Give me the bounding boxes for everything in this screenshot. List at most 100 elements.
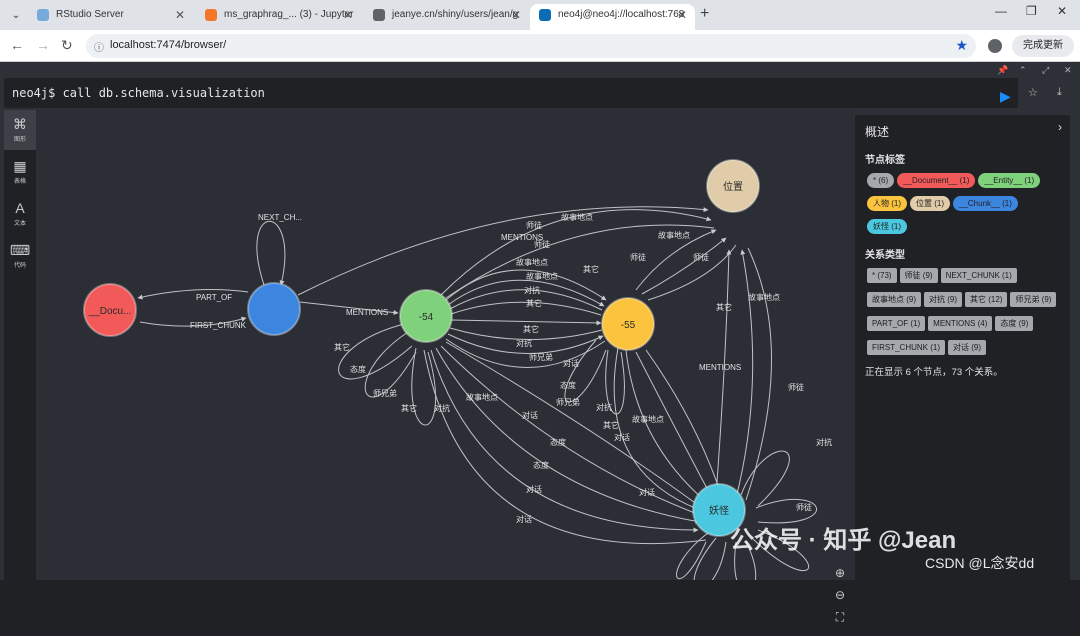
watermark-wechat: 公众号 · 知乎 @Jean (730, 527, 957, 554)
edge-label: 对抗 (596, 402, 612, 412)
view-graph-button[interactable]: ⌘ 图形 (4, 110, 36, 150)
url-bar[interactable]: ⓘ localhost:7474/browser/ ★ (86, 34, 976, 58)
collapse-icon[interactable]: ⌃ (1019, 65, 1027, 76)
graph-icon: ⌘ (13, 116, 27, 132)
node-label-pill[interactable]: * (6) (867, 173, 895, 188)
result-view-sidebar: ⌘ 图形 ▦ 表格 A 文本 ⌨ 代码 (4, 110, 36, 580)
edge-label: 故事地点 (516, 257, 548, 267)
node-label-pill[interactable]: __Chunk__ (1) (953, 196, 1018, 211)
edge-label: 故事地点 (561, 212, 593, 222)
edge-label: 故事地点 (526, 271, 558, 281)
edge-label: 其它 (583, 264, 599, 274)
watermark-csdn: CSDN @L念安dd (925, 555, 1035, 571)
edge-label: 师徒 (788, 382, 804, 392)
site-info-icon[interactable]: ⓘ (94, 39, 104, 54)
close-icon[interactable]: ✕ (343, 4, 353, 26)
rel-type-pill[interactable]: 对抗 (9) (924, 292, 962, 307)
tab-jeanye[interactable]: jeanye.cn/shiny/users/jean/g ✕ (364, 4, 529, 30)
update-button[interactable]: 完成更新 (1012, 35, 1074, 57)
node-label-pill[interactable]: 妖怪 (1) (867, 219, 907, 234)
graph-node-doc[interactable]: __Docu... (83, 283, 137, 337)
bookmark-star-icon[interactable]: ★ (955, 37, 968, 54)
edge-label: 态度 (560, 380, 576, 390)
edge-label: 故事地点 (466, 392, 498, 402)
tab-title: neo4j@neo4j://localhost:768 (558, 9, 685, 20)
close-icon[interactable]: ✕ (511, 4, 521, 26)
tab-jupyter[interactable]: ms_graphrag_... (3) - Jupyter ✕ (196, 4, 361, 30)
node-label-pill[interactable]: __Document__ (1) (897, 173, 976, 188)
node-label-pill[interactable]: 位置 (1) (910, 196, 950, 211)
code-icon: ⌨ (9, 242, 31, 258)
rel-type-pill[interactable]: FIRST_CHUNK (1) (867, 340, 946, 355)
minimize-icon[interactable]: — (995, 4, 1007, 18)
graph-node-chunk[interactable] (247, 282, 301, 336)
view-code-button[interactable]: ⌨ 代码 (4, 236, 36, 276)
profile-avatar-icon[interactable] (988, 39, 1002, 53)
back-icon[interactable]: ← (10, 37, 24, 53)
overview-panel: 概述 › 节点标签 * (6) __Document__ (1) __Entity_… (855, 115, 1070, 580)
rel-type-pill[interactable]: 师兄弟 (9) (1010, 292, 1057, 307)
download-icon[interactable]: ⤓ (1057, 86, 1062, 99)
rel-type-pill[interactable]: 其它 (12) (965, 292, 1008, 307)
tab-rstudio[interactable]: RStudio Server ✕ (28, 4, 193, 30)
rel-type-pill[interactable]: MENTIONS (4) (928, 316, 993, 331)
graph-node-n55[interactable]: -55 (601, 297, 655, 351)
rstudio-favicon-icon (37, 9, 49, 21)
result-summary: 正在显示 6 个节点，73 个关系。 (865, 367, 1003, 378)
graph-node-label: -54 (419, 312, 434, 323)
query-editor[interactable]: neo4j$ call db.schema.visualization (4, 78, 1018, 108)
favorite-star-icon[interactable]: ☆ (1028, 86, 1038, 99)
edge-label: 师兄弟 (373, 388, 397, 398)
graph-node-loc[interactable]: 位置 (706, 159, 760, 213)
collapse-panel-icon[interactable]: › (1058, 120, 1062, 134)
node-label-pill[interactable]: __Entity__ (1) (978, 173, 1041, 188)
tab-title: RStudio Server (56, 9, 124, 20)
tab-search-icon[interactable]: ⌄ (6, 5, 26, 25)
edge-label: 对话 (526, 484, 542, 494)
view-table-button[interactable]: ▦ 表格 (4, 152, 36, 192)
rel-type-pill[interactable]: 师徒 (9) (899, 268, 938, 283)
rel-type-pill[interactable]: 故事地点 (9) (867, 292, 921, 307)
edge-label: 对抗 (524, 285, 540, 295)
rel-type-pill[interactable]: PART_OF (1) (867, 316, 926, 331)
frame-close-icon[interactable]: ✕ (1064, 65, 1072, 76)
rel-type-pill[interactable]: 对话 (9) (948, 340, 987, 355)
edge-label: 师徒 (630, 252, 646, 262)
rel-type-pill[interactable]: NEXT_CHUNK (1) (940, 268, 1017, 283)
edge-label: 师徒 (796, 502, 812, 512)
new-tab-icon[interactable]: + (700, 5, 709, 23)
zoom-out-icon[interactable]: ⊖ (830, 584, 850, 606)
close-icon[interactable]: ✕ (175, 4, 185, 26)
graph-canvas[interactable]: PART_OF FIRST_CHUNK NEXT_CH... MENTIONS MENT… (36, 110, 854, 580)
rel-types-heading: 关系类型 (865, 250, 905, 261)
reload-icon[interactable]: ↻ (61, 37, 73, 54)
edge-label: 对话 (516, 514, 532, 524)
edge-label: 对抗 (816, 437, 832, 447)
fit-screen-icon[interactable]: ⛶ (830, 606, 850, 628)
edge-label: 师徒 (526, 220, 542, 230)
graph-svg[interactable]: PART_OF FIRST_CHUNK NEXT_CH... MENTIONS MENT… (36, 110, 854, 580)
view-label: 图形 (13, 137, 26, 143)
forward-icon[interactable]: → (36, 37, 50, 53)
graph-node-n54[interactable]: -54 (399, 289, 453, 343)
node-label-pill[interactable]: 人物 (1) (867, 196, 907, 211)
query-text: neo4j$ call db.schema.visualization (12, 86, 265, 100)
edge-label: FIRST_CHUNK (190, 321, 247, 330)
window-close-icon[interactable]: ✕ (1057, 4, 1067, 18)
pin-icon[interactable]: 📌 (997, 65, 1008, 76)
edge-label: 对话 (639, 487, 655, 497)
text-icon: A (15, 200, 25, 216)
close-icon[interactable]: ✕ (677, 4, 687, 26)
graph-node-label: __Docu... (88, 306, 132, 317)
edge-label: 师徒 (534, 239, 550, 249)
zoom-in-icon[interactable]: ⊕ (830, 562, 850, 584)
fullscreen-icon[interactable]: ⤢ (1042, 65, 1049, 76)
edge-label: 态度 (533, 460, 549, 470)
rel-type-pill[interactable]: 态度 (9) (995, 316, 1034, 331)
maximize-icon[interactable]: ❐ (1026, 4, 1037, 18)
view-text-button[interactable]: A 文本 (4, 194, 36, 234)
edge-label: 师徒 (693, 252, 709, 262)
tab-neo4j[interactable]: neo4j@neo4j://localhost:768 ✕ (530, 4, 695, 30)
rel-type-pill[interactable]: * (73) (867, 268, 897, 283)
run-query-icon[interactable]: ▶ (1000, 88, 1011, 105)
